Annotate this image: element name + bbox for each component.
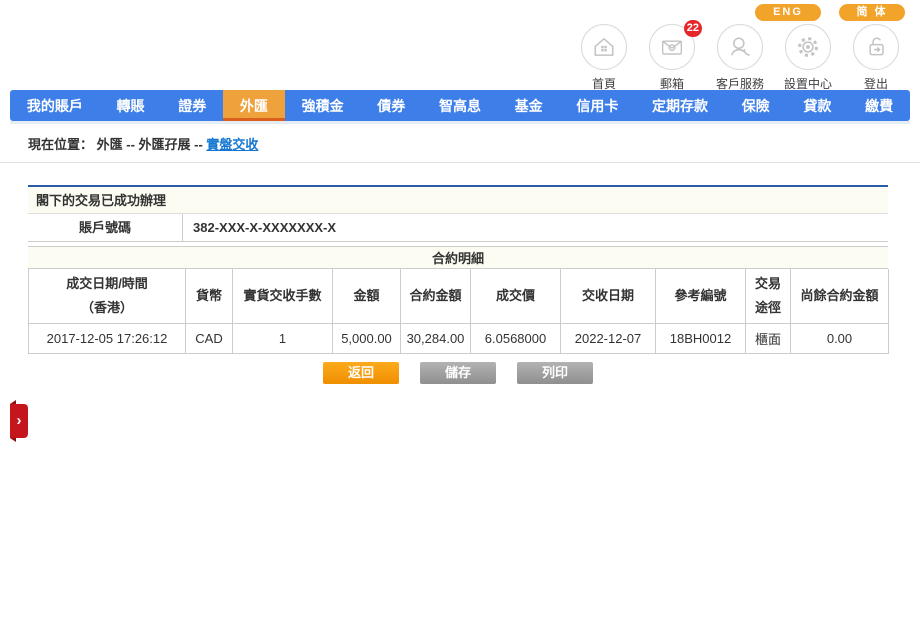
cell: 30,284.00	[401, 323, 471, 353]
lang-switcher: ENG 简 体	[755, 4, 905, 21]
contract-table: 成交日期/時間 （香港）貨幣實貨交收手數金額合約金額成交價交收日期參考編號交易 …	[28, 269, 889, 354]
logout-icon	[853, 24, 899, 70]
account-number-value: 382-XXX-X-XXXXXXX-X	[183, 214, 888, 241]
customer-service-button[interactable]: 客戶服務	[706, 24, 774, 92]
success-message: 閣下的交易已成功辦理	[28, 187, 888, 214]
cell: 0.00	[791, 323, 889, 353]
logout-button[interactable]: 登出	[842, 24, 910, 92]
nav-tab-funds[interactable]: 基金	[498, 90, 560, 121]
unread-count-badge: 22	[684, 20, 702, 37]
nav-tab-loans[interactable]: 貸款	[787, 90, 849, 121]
mail-button[interactable]: 22郵箱	[638, 24, 706, 92]
side-panel-toggle[interactable]: ›	[10, 404, 28, 438]
nav-tab-bonds[interactable]: 債券	[360, 90, 422, 121]
nav-tab-credit-card[interactable]: 信用卡	[560, 90, 636, 121]
cell: 櫃面	[746, 323, 791, 353]
cell: CAD	[186, 323, 233, 353]
column-header: 交收日期	[561, 269, 656, 323]
print-button[interactable]: 列印	[517, 362, 593, 384]
cell: 6.0568000	[471, 323, 561, 353]
column-header: 尚餘合約金額	[791, 269, 889, 323]
nav-tab-securities[interactable]: 證券	[161, 90, 223, 121]
column-header: 合約金額	[401, 269, 471, 323]
column-header: 金額	[333, 269, 401, 323]
settings-button[interactable]: 設置中心	[774, 24, 842, 92]
nav-tab-insurance[interactable]: 保險	[725, 90, 787, 121]
account-row: 賬戶號碼 382-XXX-X-XXXXXXX-X	[28, 214, 888, 242]
main-nav: 我的賬戶轉賬證券外匯強積金債券智高息基金信用卡定期存款保險貸款繳費	[10, 90, 910, 121]
nav-tab-smart-high-interest[interactable]: 智高息	[422, 90, 498, 121]
top-icon-toolbar: 首頁22郵箱客戶服務設置中心登出	[570, 24, 910, 92]
home-icon	[581, 24, 627, 70]
breadcrumb-prefix: 現在位置：	[28, 137, 93, 152]
contract-table-body: 2017-12-05 17:26:12CAD15,000.0030,284.00…	[29, 323, 889, 353]
column-header: 貨幣	[186, 269, 233, 323]
nav-tab-forex[interactable]: 外匯	[223, 90, 285, 121]
nav-tab-time-deposit[interactable]: 定期存款	[635, 90, 725, 121]
table-row: 2017-12-05 17:26:12CAD15,000.0030,284.00…	[29, 323, 889, 353]
cell: 1	[233, 323, 333, 353]
account-number-label: 賬戶號碼	[28, 214, 183, 241]
mail-icon: 22	[649, 24, 695, 70]
column-header: 實貨交收手數	[233, 269, 333, 323]
column-header: 交易 途徑	[746, 269, 791, 323]
cell: 2017-12-05 17:26:12	[29, 323, 186, 353]
column-header: 成交日期/時間 （香港）	[29, 269, 186, 323]
column-header: 成交價	[471, 269, 561, 323]
column-header: 參考編號	[656, 269, 746, 323]
transaction-result-panel: 閣下的交易已成功辦理 賬戶號碼 382-XXX-X-XXXXXXX-X 合約明細…	[28, 185, 888, 354]
breadcrumb: 現在位置： 外匯 -- 外匯孖展 -- 實盤交收	[28, 134, 258, 153]
nav-tab-mpf[interactable]: 強積金	[285, 90, 361, 121]
settings-icon	[785, 24, 831, 70]
cell: 5,000.00	[333, 323, 401, 353]
chevron-right-icon: ›	[17, 412, 22, 429]
simplified-chinese-button[interactable]: 简 体	[839, 4, 905, 21]
action-buttons: 返回儲存列印	[28, 362, 888, 384]
breadcrumb-path: 外匯 -- 外匯孖展 --	[97, 137, 207, 152]
home-button[interactable]: 首頁	[570, 24, 638, 92]
save-button[interactable]: 儲存	[420, 362, 496, 384]
cell: 18BH0012	[656, 323, 746, 353]
breadcrumb-divider	[0, 162, 920, 163]
nav-tab-transfer[interactable]: 轉賬	[100, 90, 162, 121]
nav-tab-bill-payment[interactable]: 繳費	[848, 90, 910, 121]
back-button[interactable]: 返回	[323, 362, 399, 384]
nav-underline	[10, 121, 910, 124]
contract-header-row: 成交日期/時間 （香港）貨幣實貨交收手數金額合約金額成交價交收日期參考編號交易 …	[29, 269, 889, 323]
eng-button[interactable]: ENG	[755, 4, 821, 21]
cell: 2022-12-07	[561, 323, 656, 353]
contract-details-title: 合約明細	[28, 246, 888, 269]
nav-tab-my-accounts[interactable]: 我的賬戶	[10, 90, 100, 121]
breadcrumb-current-link[interactable]: 實盤交收	[206, 137, 258, 152]
customer-service-icon	[717, 24, 763, 70]
